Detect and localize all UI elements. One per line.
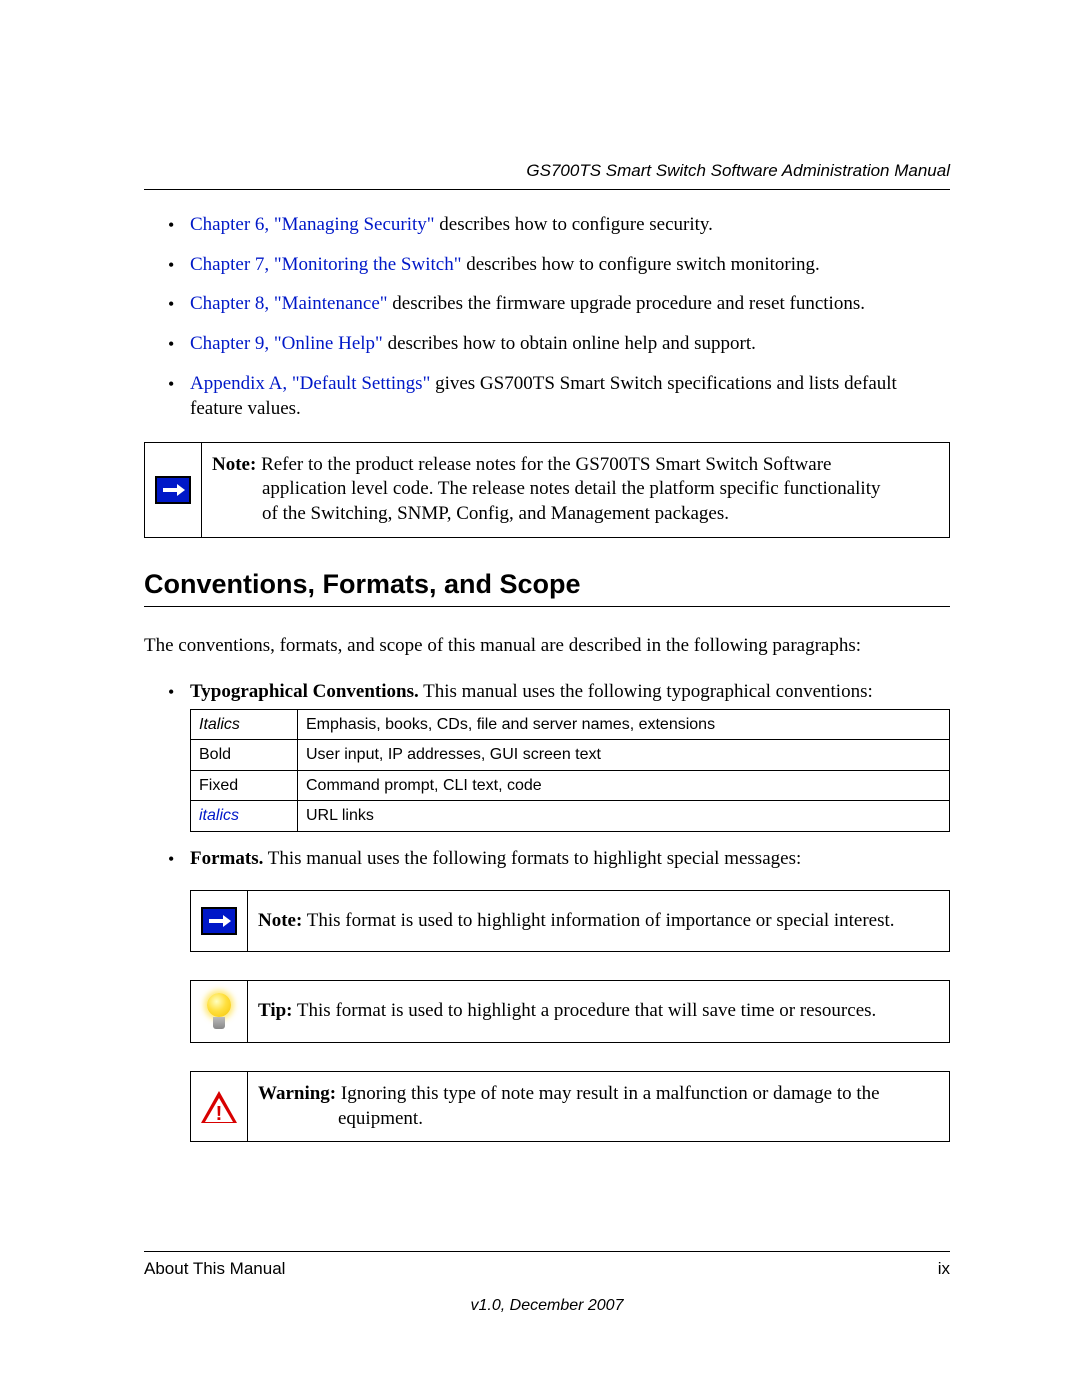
list-item: Chapter 9, "Online Help" describes how t… (168, 331, 950, 357)
footer-section: About This Manual (144, 1258, 285, 1281)
format-note-text: This format is used to highlight informa… (302, 910, 894, 931)
note-box: Note: Refer to the product release notes… (144, 442, 950, 538)
list-item-text: describes how to configure switch monito… (461, 254, 819, 275)
cell: URL links (298, 801, 950, 832)
note-cont: application level code. The release note… (212, 477, 935, 502)
table-row: italics URL links (191, 801, 950, 832)
cell: User input, IP addresses, GUI screen tex… (298, 740, 950, 771)
format-tip-box: Tip: This format is used to highlight a … (190, 980, 950, 1043)
lightbulb-icon (202, 991, 236, 1033)
chapter-link[interactable]: Chapter 7, "Monitoring the Switch" (190, 254, 461, 275)
conventions-list: Typographical Conventions. This manual u… (144, 679, 950, 1142)
list-item-text: describes how to obtain online help and … (383, 333, 756, 354)
warning-icon-cell: ! (191, 1072, 248, 1141)
cell: Emphasis, books, CDs, file and server na… (298, 709, 950, 740)
tip-icon-cell (191, 981, 248, 1042)
note-text: Note: Refer to the product release notes… (202, 443, 949, 537)
chapter-link[interactable]: Chapter 6, "Managing Security" (190, 214, 435, 235)
format-note-label: Note: (258, 910, 302, 931)
list-item: Typographical Conventions. This manual u… (168, 679, 950, 832)
format-tip-label: Tip: (258, 1000, 293, 1021)
page: GS700TS Smart Switch Software Administra… (0, 0, 1080, 1397)
chapter-link[interactable]: Appendix A, "Default Settings" (190, 373, 430, 394)
note-first-line: Refer to the product release notes for t… (256, 454, 831, 475)
note-text: Note: This format is used to highlight i… (248, 891, 949, 952)
conventions-table: Italics Emphasis, books, CDs, file and s… (190, 709, 950, 832)
page-footer: About This Manual ix v1.0, December 2007 (144, 1251, 950, 1317)
format-note-box: Note: This format is used to highlight i… (190, 890, 950, 953)
footer-version: v1.0, December 2007 (144, 1295, 950, 1317)
list-item: Chapter 8, "Maintenance" describes the f… (168, 291, 950, 317)
format-warn-first: Ignoring this type of note may result in… (336, 1083, 879, 1104)
format-tip-text: This format is used to highlight a proce… (293, 1000, 877, 1021)
chapter-link[interactable]: Chapter 9, "Online Help" (190, 333, 383, 354)
format-warn-cont: equipment. (258, 1107, 935, 1132)
intro-paragraph: The conventions, formats, and scope of t… (144, 633, 950, 659)
list-item-text: describes how to configure security. (435, 214, 713, 235)
chapter-link[interactable]: Chapter 8, "Maintenance" (190, 293, 388, 314)
warning-icon: ! (201, 1091, 237, 1123)
table-row: Bold User input, IP addresses, GUI scree… (191, 740, 950, 771)
table-row: Fixed Command prompt, CLI text, code (191, 770, 950, 801)
arrow-right-icon (201, 907, 237, 935)
list-item: Formats. This manual uses the following … (168, 846, 950, 1142)
conv-lead: Typographical Conventions. (190, 681, 419, 702)
list-item-text: describes the firmware upgrade procedure… (388, 293, 865, 314)
header-rule (144, 189, 950, 190)
cell: Fixed (191, 770, 298, 801)
cell: Command prompt, CLI text, code (298, 770, 950, 801)
section-heading: Conventions, Formats, and Scope (144, 566, 950, 602)
chapter-list: Chapter 6, "Managing Security" describes… (144, 212, 950, 422)
cell: Bold (191, 740, 298, 771)
arrow-right-icon (155, 476, 191, 504)
running-header: GS700TS Smart Switch Software Administra… (144, 160, 950, 183)
format-warn-label: Warning: (258, 1083, 336, 1104)
list-item: Chapter 7, "Monitoring the Switch" descr… (168, 252, 950, 278)
note-icon-cell (191, 891, 248, 952)
format-warning-box: ! Warning: Ignoring this type of note ma… (190, 1071, 950, 1142)
footer-rule (144, 1251, 950, 1252)
conv-rest: This manual uses the following typograph… (419, 681, 873, 702)
section-rule (144, 606, 950, 607)
formats-lead: Formats. (190, 848, 263, 869)
cell-link[interactable]: italics (199, 807, 239, 824)
note-label: Note: (212, 454, 256, 475)
list-item: Appendix A, "Default Settings" gives GS7… (168, 371, 950, 422)
note-icon-cell (145, 443, 202, 537)
note-cont: of the Switching, SNMP, Config, and Mana… (212, 502, 935, 527)
table-row: Italics Emphasis, books, CDs, file and s… (191, 709, 950, 740)
footer-page-number: ix (938, 1258, 950, 1281)
formats-rest: This manual uses the following formats t… (263, 848, 801, 869)
cell: Italics (199, 716, 240, 733)
tip-text: Tip: This format is used to highlight a … (248, 981, 949, 1042)
list-item: Chapter 6, "Managing Security" describes… (168, 212, 950, 238)
warning-text: Warning: Ignoring this type of note may … (248, 1072, 949, 1141)
